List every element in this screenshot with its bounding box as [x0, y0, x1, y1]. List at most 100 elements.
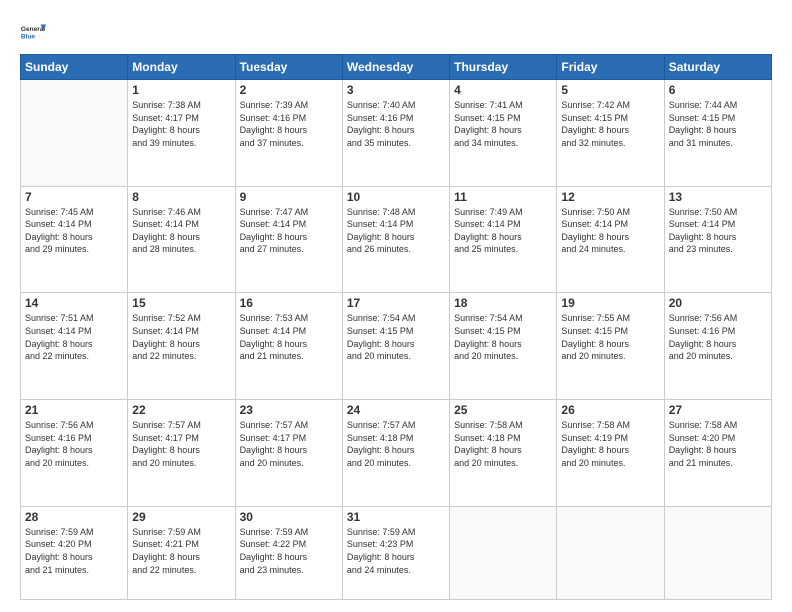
- day-number: 16: [240, 296, 338, 310]
- weekday-header-friday: Friday: [557, 55, 664, 80]
- calendar-week-row: 7Sunrise: 7:45 AMSunset: 4:14 PMDaylight…: [21, 186, 772, 293]
- weekday-header-thursday: Thursday: [450, 55, 557, 80]
- cell-text-line: Sunrise: 7:49 AM: [454, 206, 552, 219]
- day-number: 24: [347, 403, 445, 417]
- cell-text-line: Sunrise: 7:48 AM: [347, 206, 445, 219]
- cell-text-line: and 39 minutes.: [132, 137, 230, 150]
- cell-text-line: Sunset: 4:16 PM: [240, 112, 338, 125]
- cell-text-line: Daylight: 8 hours: [669, 338, 767, 351]
- cell-text-line: Sunset: 4:14 PM: [347, 218, 445, 231]
- cell-text-line: and 29 minutes.: [25, 243, 123, 256]
- calendar-cell: 2Sunrise: 7:39 AMSunset: 4:16 PMDaylight…: [235, 80, 342, 187]
- cell-text-line: Sunrise: 7:45 AM: [25, 206, 123, 219]
- weekday-header-monday: Monday: [128, 55, 235, 80]
- cell-text-line: Sunset: 4:20 PM: [669, 432, 767, 445]
- cell-text-line: Daylight: 8 hours: [240, 444, 338, 457]
- cell-text-line: Daylight: 8 hours: [561, 444, 659, 457]
- cell-text-line: Sunrise: 7:58 AM: [561, 419, 659, 432]
- cell-text-line: and 21 minutes.: [240, 350, 338, 363]
- cell-text-line: Sunset: 4:16 PM: [347, 112, 445, 125]
- cell-text-line: Sunset: 4:17 PM: [132, 432, 230, 445]
- cell-text-line: Sunset: 4:23 PM: [347, 538, 445, 551]
- cell-text-line: Sunset: 4:14 PM: [240, 325, 338, 338]
- cell-text-line: and 20 minutes.: [669, 350, 767, 363]
- cell-text-line: Sunrise: 7:55 AM: [561, 312, 659, 325]
- cell-text-line: and 23 minutes.: [669, 243, 767, 256]
- cell-text-line: and 23 minutes.: [240, 564, 338, 577]
- cell-text-line: Sunset: 4:21 PM: [132, 538, 230, 551]
- cell-text-line: Daylight: 8 hours: [240, 551, 338, 564]
- cell-text-line: Daylight: 8 hours: [347, 444, 445, 457]
- weekday-header-tuesday: Tuesday: [235, 55, 342, 80]
- calendar-cell: [450, 506, 557, 599]
- day-number: 17: [347, 296, 445, 310]
- cell-text-line: Sunset: 4:16 PM: [25, 432, 123, 445]
- cell-text-line: Daylight: 8 hours: [25, 551, 123, 564]
- day-number: 7: [25, 190, 123, 204]
- cell-text-line: Sunrise: 7:56 AM: [25, 419, 123, 432]
- day-number: 18: [454, 296, 552, 310]
- day-number: 21: [25, 403, 123, 417]
- cell-text-line: Sunset: 4:14 PM: [561, 218, 659, 231]
- day-number: 29: [132, 510, 230, 524]
- cell-text-line: and 21 minutes.: [669, 457, 767, 470]
- day-number: 11: [454, 190, 552, 204]
- cell-text-line: Daylight: 8 hours: [132, 444, 230, 457]
- calendar-cell: 18Sunrise: 7:54 AMSunset: 4:15 PMDayligh…: [450, 293, 557, 400]
- day-number: 1: [132, 83, 230, 97]
- weekday-header-sunday: Sunday: [21, 55, 128, 80]
- day-number: 2: [240, 83, 338, 97]
- day-number: 4: [454, 83, 552, 97]
- calendar-week-row: 28Sunrise: 7:59 AMSunset: 4:20 PMDayligh…: [21, 506, 772, 599]
- day-number: 12: [561, 190, 659, 204]
- cell-text-line: Sunset: 4:15 PM: [669, 112, 767, 125]
- svg-text:Blue: Blue: [21, 34, 35, 41]
- cell-text-line: and 22 minutes.: [132, 350, 230, 363]
- calendar-cell: 21 Sunrise: 7:56 AMSunset: 4:16 PMDayligh…: [21, 400, 128, 507]
- cell-text-line: Sunrise: 7:58 AM: [669, 419, 767, 432]
- cell-text-line: Daylight: 8 hours: [25, 444, 123, 457]
- cell-text-line: and 37 minutes.: [240, 137, 338, 150]
- cell-text-line: and 24 minutes.: [347, 564, 445, 577]
- day-number: 25: [454, 403, 552, 417]
- day-number: 26: [561, 403, 659, 417]
- calendar-cell: 4Sunrise: 7:41 AMSunset: 4:15 PMDaylight…: [450, 80, 557, 187]
- calendar-cell: 9Sunrise: 7:47 AMSunset: 4:14 PMDaylight…: [235, 186, 342, 293]
- cell-text-line: Sunrise: 7:42 AM: [561, 99, 659, 112]
- calendar-week-row: 21Sunrise: 7:56 AMSunset: 4:16 PMDayligh…: [21, 400, 772, 507]
- cell-text-line: Sunset: 4:14 PM: [132, 218, 230, 231]
- calendar-cell: 25Sunrise: 7:58 AMSunset: 4:18 PMDayligh…: [450, 400, 557, 507]
- cell-text-line: and 31 minutes.: [669, 137, 767, 150]
- calendar-cell: 22Sunrise: 7:57 AMSunset: 4:17 PMDayligh…: [128, 400, 235, 507]
- cell-text-line: Daylight: 8 hours: [347, 124, 445, 137]
- cell-text-line: and 20 minutes.: [347, 350, 445, 363]
- cell-text-line: and 20 minutes.: [132, 457, 230, 470]
- calendar-table: SundayMondayTuesdayWednesdayThursdayFrid…: [20, 54, 772, 600]
- cell-text-line: Sunrise: 7:51 AM: [25, 312, 123, 325]
- cell-text-line: Daylight: 8 hours: [132, 124, 230, 137]
- cell-text-line: and 20 minutes.: [25, 457, 123, 470]
- cell-text-line: Sunrise: 7:39 AM: [240, 99, 338, 112]
- day-number: 20: [669, 296, 767, 310]
- cell-text-line: and 27 minutes.: [240, 243, 338, 256]
- calendar-cell: [664, 506, 771, 599]
- cell-text-line: Sunrise: 7:41 AM: [454, 99, 552, 112]
- calendar-cell: 24Sunrise: 7:57 AMSunset: 4:18 PMDayligh…: [342, 400, 449, 507]
- cell-text-line: Daylight: 8 hours: [454, 444, 552, 457]
- cell-text-line: Sunset: 4:16 PM: [669, 325, 767, 338]
- cell-text-line: Daylight: 8 hours: [25, 338, 123, 351]
- cell-text-line: Sunset: 4:22 PM: [240, 538, 338, 551]
- cell-text-line: and 20 minutes.: [561, 350, 659, 363]
- day-number: 3: [347, 83, 445, 97]
- calendar-cell: 13Sunrise: 7:50 AMSunset: 4:14 PMDayligh…: [664, 186, 771, 293]
- cell-text-line: Sunrise: 7:50 AM: [561, 206, 659, 219]
- cell-text-line: Sunset: 4:14 PM: [25, 218, 123, 231]
- cell-text-line: Sunrise: 7:53 AM: [240, 312, 338, 325]
- logo-icon: GeneralBlue: [20, 18, 48, 46]
- cell-text-line: Daylight: 8 hours: [240, 231, 338, 244]
- calendar-cell: 14Sunrise: 7:51 AMSunset: 4:14 PMDayligh…: [21, 293, 128, 400]
- calendar-cell: 31Sunrise: 7:59 AMSunset: 4:23 PMDayligh…: [342, 506, 449, 599]
- calendar-week-row: 14Sunrise: 7:51 AMSunset: 4:14 PMDayligh…: [21, 293, 772, 400]
- day-number: 23: [240, 403, 338, 417]
- cell-text-line: Daylight: 8 hours: [132, 231, 230, 244]
